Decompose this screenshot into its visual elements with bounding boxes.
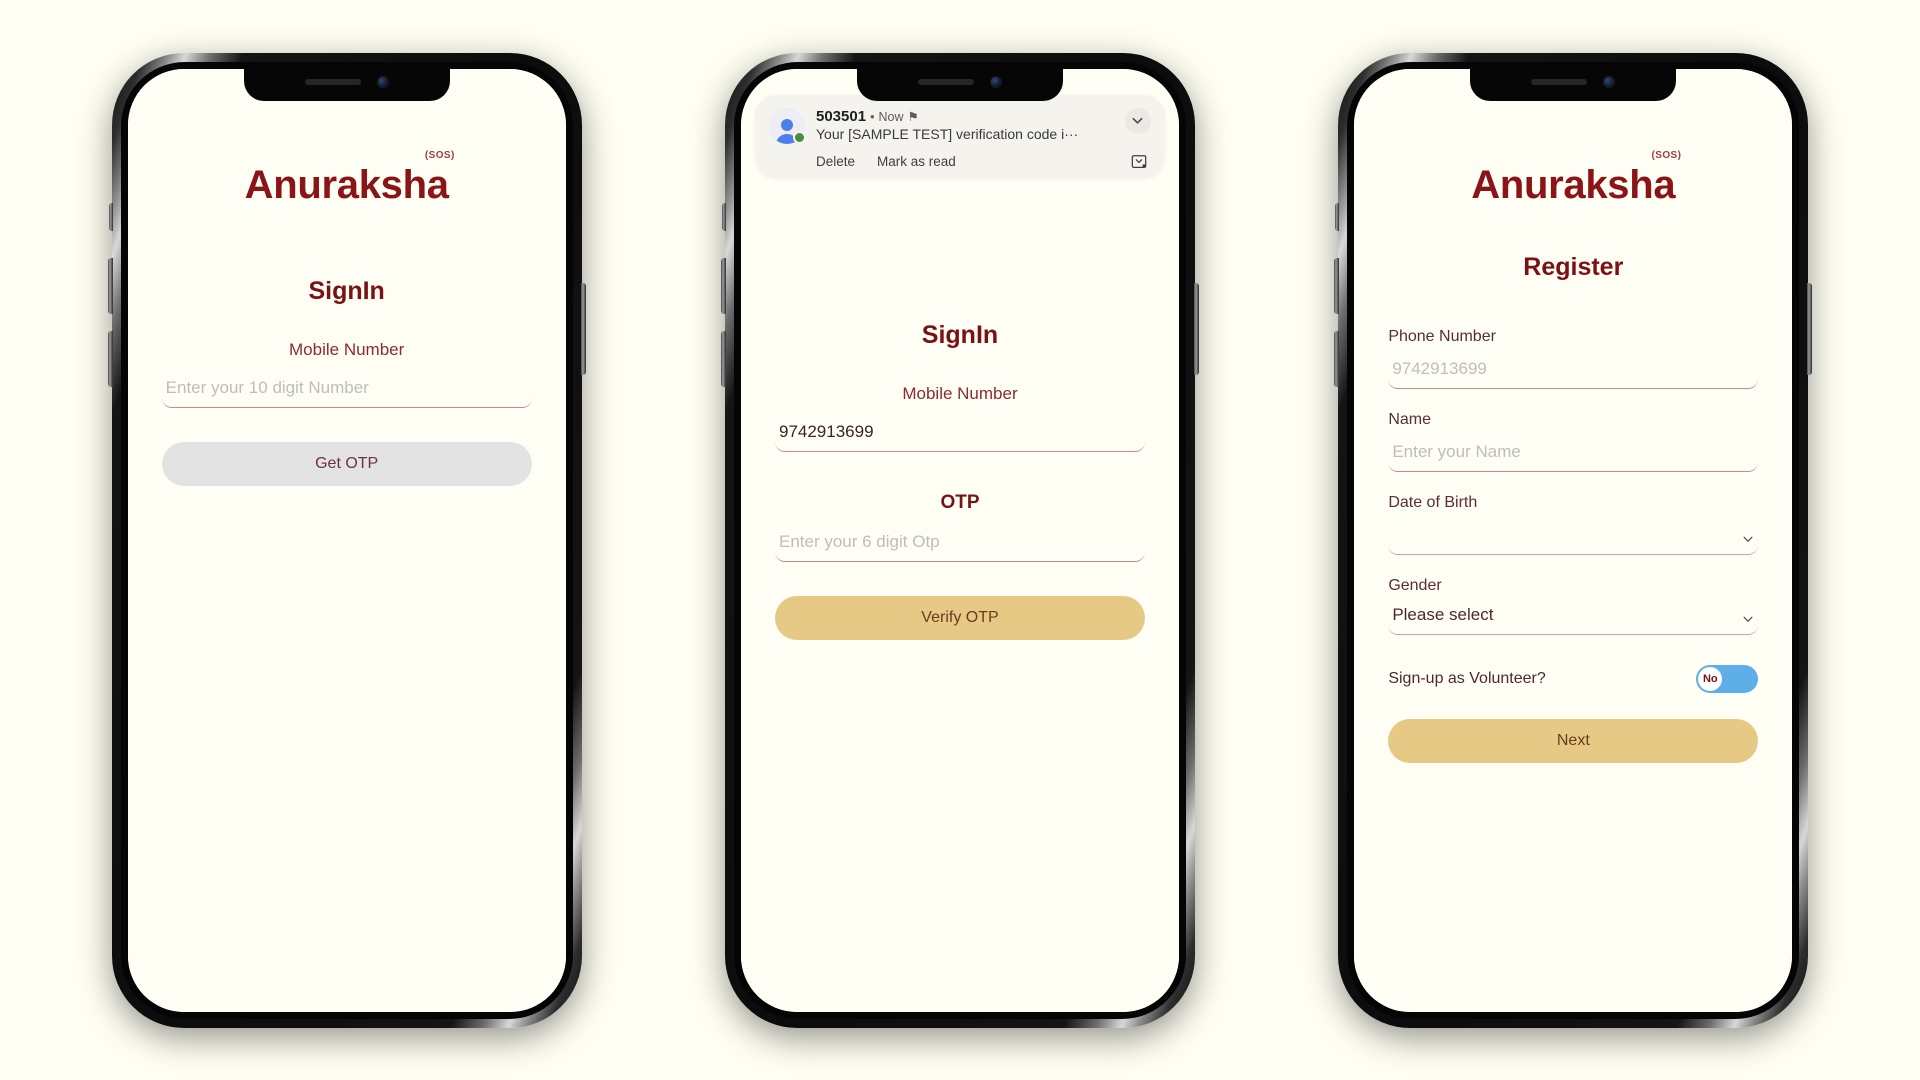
- otp-input[interactable]: [774, 525, 1145, 562]
- chevron-down-icon[interactable]: [1124, 107, 1151, 134]
- power-button[interactable]: [1807, 282, 1813, 375]
- phone-notch: [856, 68, 1063, 101]
- date-of-birth-field[interactable]: [1388, 515, 1759, 555]
- volume-down-button[interactable]: [720, 330, 726, 387]
- phone-screen: Anuraksha (SOS) Register Phone Number Na…: [1354, 68, 1793, 1012]
- mobile-number-label: Mobile Number: [289, 339, 405, 359]
- phone-number-label: Phone Number: [1388, 327, 1496, 345]
- screen-title: Register: [1523, 252, 1624, 281]
- app-logo-text: Anuraksha: [244, 162, 449, 207]
- mobile-number-label: Mobile Number: [902, 383, 1018, 403]
- gender-value: Please select: [1388, 598, 1759, 635]
- volunteer-toggle-label: Sign-up as Volunteer?: [1388, 669, 1546, 687]
- verify-otp-button[interactable]: Verify OTP: [774, 595, 1145, 640]
- notification-body: 503501 • Now ⚑ Your [SAMPLE TEST] verifi…: [816, 108, 1114, 142]
- date-of-birth-value: [1388, 515, 1759, 555]
- volume-down-button[interactable]: [107, 330, 113, 387]
- phone-device-signin-otp: 503501 • Now ⚑ Your [SAMPLE TEST] verifi…: [720, 52, 1199, 1028]
- app-logo: Anuraksha (SOS): [1471, 150, 1681, 207]
- earpiece-speaker-icon: [1531, 79, 1588, 85]
- sos-badge-icon: (SOS): [1651, 149, 1682, 161]
- otp-label: OTP: [940, 491, 980, 513]
- gender-field[interactable]: Please select: [1388, 598, 1759, 635]
- notification-sender: 503501: [815, 107, 867, 125]
- notification-time: Now: [878, 109, 904, 124]
- volume-up-button[interactable]: [107, 257, 113, 314]
- notification-actions: Delete Mark as read: [769, 154, 1151, 169]
- notification-delete-button[interactable]: Delete: [816, 154, 855, 169]
- phone-number-input[interactable]: [1388, 352, 1759, 389]
- volume-up-button[interactable]: [1334, 257, 1340, 314]
- mobile-number-input[interactable]: [161, 371, 532, 408]
- front-camera-icon: [1603, 76, 1616, 88]
- earpiece-speaker-icon: [917, 79, 974, 85]
- phone-notch: [243, 68, 450, 101]
- power-button[interactable]: [580, 282, 586, 375]
- power-button[interactable]: [1193, 282, 1199, 375]
- get-otp-button[interactable]: Get OTP: [161, 441, 532, 486]
- volunteer-toggle-row: Sign-up as Volunteer? No: [1388, 664, 1759, 693]
- phone-screen: Anuraksha (SOS) SignIn Mobile Number Get…: [127, 68, 566, 1012]
- signin-otp-screen: SignIn Mobile Number OTP Verify OTP: [740, 68, 1179, 1012]
- front-camera-icon: [376, 76, 389, 88]
- signin-otp-form: Mobile Number OTP Verify OTP: [774, 350, 1145, 640]
- name-input[interactable]: [1388, 435, 1759, 472]
- silent-switch[interactable]: [108, 202, 113, 231]
- next-button[interactable]: Next: [1388, 718, 1759, 763]
- message-app-icon: ⚑: [907, 109, 919, 124]
- name-label: Name: [1388, 410, 1431, 428]
- phone-screen: 503501 • Now ⚑ Your [SAMPLE TEST] verifi…: [740, 68, 1179, 1012]
- phone-mockup-stage: Anuraksha (SOS) SignIn Mobile Number Get…: [0, 0, 1920, 1080]
- app-logo: Anuraksha (SOS): [244, 150, 455, 207]
- earpiece-speaker-icon: [304, 79, 361, 85]
- phone-device-register: Anuraksha (SOS) Register Phone Number Na…: [1334, 52, 1813, 1028]
- phone-notch: [1470, 68, 1677, 101]
- sms-notification-card[interactable]: 503501 • Now ⚑ Your [SAMPLE TEST] verifi…: [754, 94, 1165, 178]
- message-app-badge-icon: [792, 130, 806, 144]
- phone-device-signin-empty: Anuraksha (SOS) SignIn Mobile Number Get…: [107, 52, 586, 1028]
- gender-label: Gender: [1388, 576, 1442, 594]
- front-camera-icon: [989, 76, 1002, 88]
- notification-header: 503501 • Now ⚑ Your [SAMPLE TEST] verifi…: [768, 107, 1151, 144]
- silent-switch[interactable]: [1335, 202, 1340, 231]
- signin-form: Mobile Number Get OTP: [161, 306, 532, 486]
- volunteer-toggle-value: No: [1698, 666, 1723, 691]
- screen-title: SignIn: [308, 276, 385, 305]
- notification-separator: •: [870, 109, 875, 124]
- register-form: Phone Number Name Date of Birth Gende: [1388, 306, 1759, 763]
- reply-inline-icon[interactable]: [1129, 152, 1149, 172]
- screen-title: SignIn: [921, 320, 999, 349]
- register-screen: Anuraksha (SOS) Register Phone Number Na…: [1354, 68, 1793, 1012]
- notification-message: Your [SAMPLE TEST] verification code i··…: [815, 125, 1079, 142]
- app-logo-text: Anuraksha: [1471, 162, 1676, 207]
- date-of-birth-label: Date of Birth: [1388, 493, 1478, 511]
- notification-avatar: [768, 107, 806, 144]
- volume-down-button[interactable]: [1334, 330, 1340, 387]
- volunteer-toggle[interactable]: No: [1696, 664, 1759, 693]
- volume-up-button[interactable]: [720, 257, 726, 314]
- sos-badge-icon: (SOS): [424, 149, 455, 161]
- notification-title-line: 503501 • Now ⚑: [816, 108, 1114, 125]
- mobile-number-input[interactable]: [774, 415, 1145, 452]
- silent-switch[interactable]: [721, 202, 726, 231]
- signin-screen: Anuraksha (SOS) SignIn Mobile Number Get…: [127, 68, 566, 1012]
- notification-mark-as-read-button[interactable]: Mark as read: [877, 154, 956, 169]
